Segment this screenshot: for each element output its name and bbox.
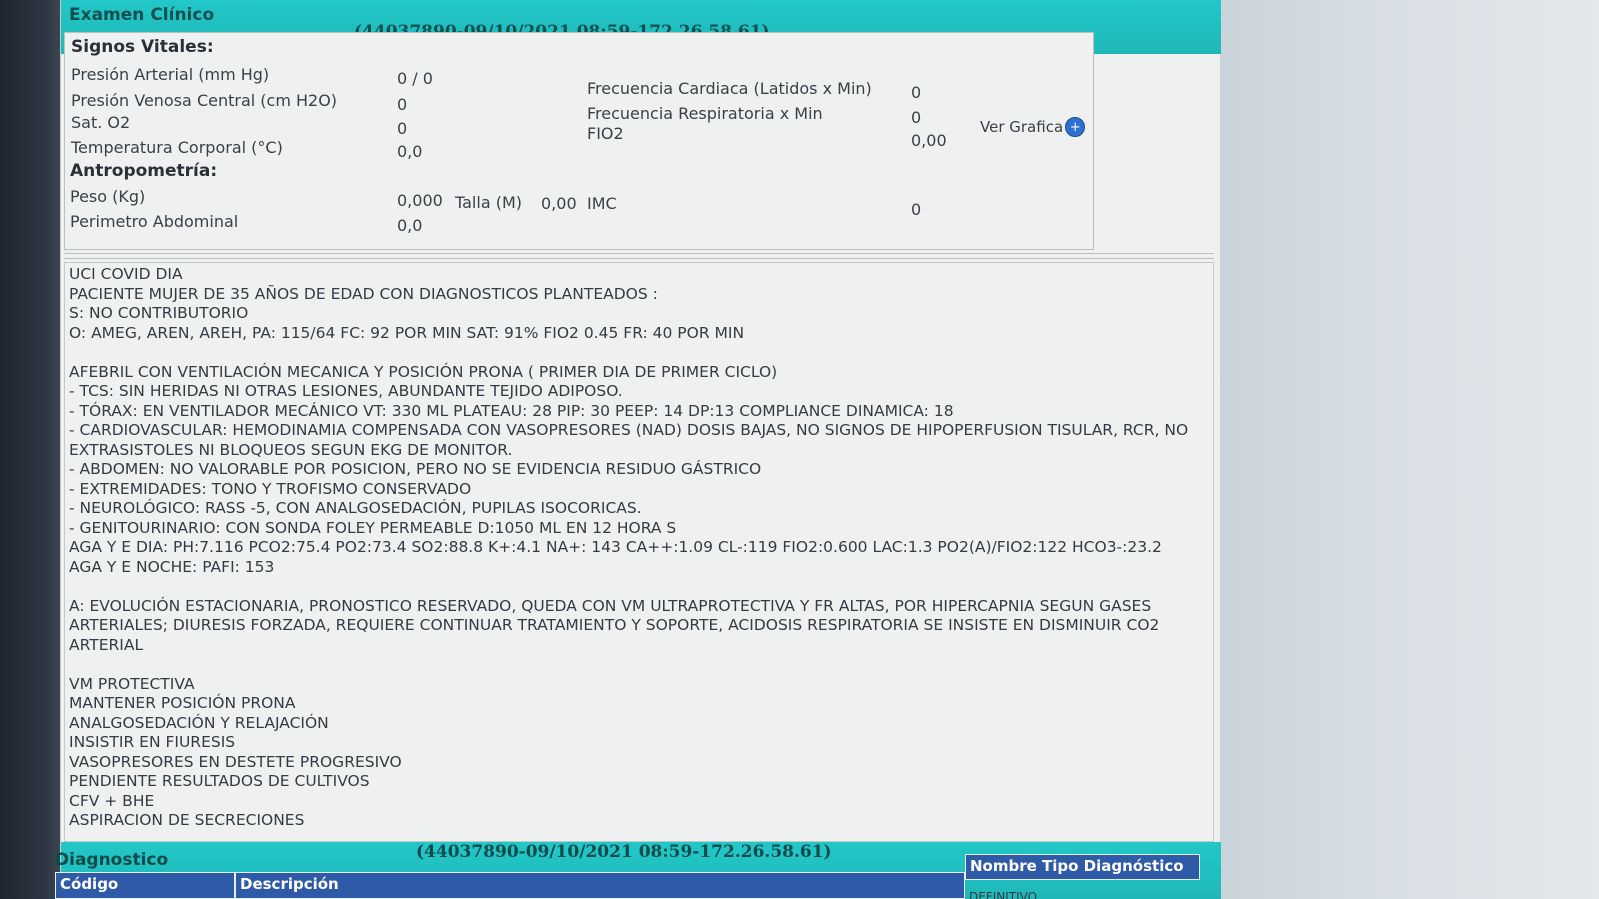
vital-label: Frecuencia Cardiaca (Latidos x Min): [587, 79, 872, 98]
diagnosis-type-value: DEFINITIVO: [969, 890, 1038, 899]
vital-label: FIO2: [587, 124, 624, 143]
perimetro-label: Perimetro Abdominal: [70, 212, 239, 231]
vital-value: 0: [911, 83, 922, 102]
vital-label: Presión Venosa Central (cm H2O): [71, 91, 338, 110]
divider: [64, 253, 1214, 259]
vital-label: Sat. O2: [71, 113, 131, 132]
vital-value: 0,0: [397, 142, 423, 161]
vitals-panel: Signos Vitales: Presión Arterial (mm Hg)…: [64, 32, 1094, 250]
background-area: [1215, 0, 1599, 899]
vital-value: 0: [911, 108, 922, 127]
vital-value: 0,00: [911, 131, 947, 150]
talla-value: 0,00: [541, 194, 577, 213]
monitor-bezel: [0, 0, 60, 899]
vitals-heading: Signos Vitales:: [71, 37, 214, 57]
peso-label: Peso (Kg): [70, 187, 146, 206]
col-descripcion[interactable]: Descripción: [235, 872, 965, 899]
imc-label: IMC: [587, 194, 617, 213]
ver-grafica-label[interactable]: Ver Grafica: [980, 118, 1063, 136]
vital-label: Frecuencia Respiratoria x Min: [587, 104, 823, 123]
peso-value: 0,000: [397, 191, 443, 210]
plus-circle-icon[interactable]: +: [1065, 117, 1086, 137]
clinical-record-window: Examen Clínico (44037890-09/10/2021 08:5…: [55, 0, 1221, 899]
anthropometry-heading: Antropometría:: [70, 161, 218, 181]
vital-value: 0: [397, 119, 408, 138]
col-tipo-diagnostico[interactable]: Nombre Tipo Diagnóstico: [965, 854, 1200, 880]
imc-value: 0: [911, 200, 922, 219]
section-title: Examen Clínico: [69, 5, 215, 25]
diagnosis-record-id: (44037890-09/10/2021 08:59-172.26.58.61): [416, 842, 832, 862]
evolution-notes-textarea[interactable]: UCI COVID DIA PACIENTE MUJER DE 35 AÑOS …: [64, 262, 1214, 842]
talla-label: Talla (M): [455, 193, 522, 212]
vital-value: 0 / 0: [397, 69, 433, 88]
col-codigo[interactable]: Código: [55, 872, 235, 899]
vital-label: Presión Arterial (mm Hg): [71, 65, 270, 84]
vital-value: 0: [397, 95, 408, 114]
perimetro-value: 0,0: [397, 216, 423, 235]
ver-grafica-link[interactable]: Ver Grafica +: [980, 117, 1086, 137]
vital-label: Temperatura Corporal (°C): [71, 138, 283, 157]
